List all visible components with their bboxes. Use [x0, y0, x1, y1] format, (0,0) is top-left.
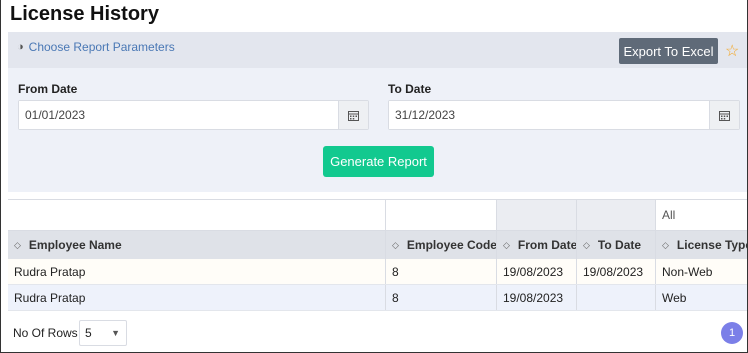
license-grid: All ▼ ◇ Employee Name ◇ Employee Code ◇ Fro… — [8, 199, 747, 313]
filter-to-date — [577, 200, 656, 230]
to-date-group — [388, 100, 740, 130]
export-to-excel-button[interactable]: Export To Excel — [619, 38, 718, 64]
col-label: To Date — [597, 238, 642, 252]
col-header-employee-code[interactable]: ◇ Employee Code — [386, 231, 497, 259]
chevron-down-icon: ▼ — [111, 328, 120, 338]
rows-per-page-value: 5 — [85, 326, 92, 340]
col-label: Employee Name — [28, 238, 122, 252]
page-button-current[interactable]: 1 — [721, 322, 743, 344]
cell-from-date: 19/08/2023 — [497, 285, 577, 310]
rows-per-page-select[interactable]: 5 ▼ — [79, 320, 127, 346]
sort-icon: ◇ — [503, 239, 510, 250]
filter-employee-code-input[interactable] — [392, 200, 496, 230]
col-header-from-date[interactable]: ◇ From Date — [497, 231, 577, 259]
rows-per-page-label: No Of Rows : — [13, 326, 85, 340]
sort-icon: ◇ — [392, 239, 399, 250]
from-date-input[interactable] — [19, 101, 338, 129]
to-date-input[interactable] — [389, 101, 709, 129]
sort-icon: ◇ — [662, 239, 669, 250]
cell-to-date — [577, 285, 656, 310]
report-params-bar: ◑ Choose Report Parameters Export To Exc… — [8, 32, 747, 68]
col-label: Employee Code — [406, 238, 497, 252]
col-header-to-date[interactable]: ◇ To Date — [577, 231, 656, 259]
choose-params-link[interactable]: ◑ Choose Report Parameters — [17, 40, 175, 54]
app-frame: License History ◑ Choose Report Paramete… — [0, 0, 748, 353]
sort-icon: ◇ — [14, 239, 21, 250]
col-label: License Type — [676, 238, 747, 252]
filter-license-type-value: All — [662, 208, 676, 222]
report-params-panel: From Date To Date Generate Report — [8, 68, 747, 192]
filter-employee-code[interactable] — [386, 200, 497, 230]
table-row[interactable]: Rudra Pratap 8 19/08/2023 19/08/2023 Non… — [8, 259, 747, 285]
from-date-label: From Date — [18, 82, 78, 96]
choose-params-label: Choose Report Parameters — [28, 40, 175, 54]
cell-to-date: 19/08/2023 — [577, 259, 656, 284]
header-row: ◇ Employee Name ◇ Employee Code ◇ From Date… — [8, 231, 747, 259]
col-header-license-type[interactable]: ◇ License Type — [656, 231, 747, 259]
cell-from-date: 19/08/2023 — [497, 259, 577, 284]
table-row[interactable]: Rudra Pratap 8 19/08/2023 Web — [8, 285, 747, 311]
filter-employee-name-input[interactable] — [14, 200, 385, 230]
calendar-icon[interactable] — [338, 101, 368, 129]
cell-employee-name: Rudra Pratap — [8, 285, 386, 310]
half-circle-icon: ◑ — [17, 41, 24, 53]
star-outline-icon[interactable]: ☆ — [725, 41, 739, 61]
cell-employee-code: 8 — [386, 285, 497, 310]
cell-employee-code: 8 — [386, 259, 497, 284]
to-date-label: To Date — [388, 82, 432, 96]
cell-license-type: Non-Web — [656, 259, 747, 284]
filter-employee-name[interactable] — [8, 200, 386, 230]
filter-license-type-select[interactable]: All ▼ — [656, 200, 747, 230]
col-label: From Date — [517, 238, 577, 252]
cell-license-type: Web — [656, 285, 747, 310]
from-date-group — [18, 100, 369, 130]
filter-from-date — [497, 200, 577, 230]
calendar-icon[interactable] — [709, 101, 739, 129]
sort-icon: ◇ — [583, 239, 590, 250]
cell-employee-name: Rudra Pratap — [8, 259, 386, 284]
filter-row: All ▼ — [8, 199, 747, 231]
generate-report-button[interactable]: Generate Report — [323, 146, 434, 177]
col-header-employee-name[interactable]: ◇ Employee Name — [8, 231, 386, 259]
page-title: License History — [10, 3, 159, 25]
